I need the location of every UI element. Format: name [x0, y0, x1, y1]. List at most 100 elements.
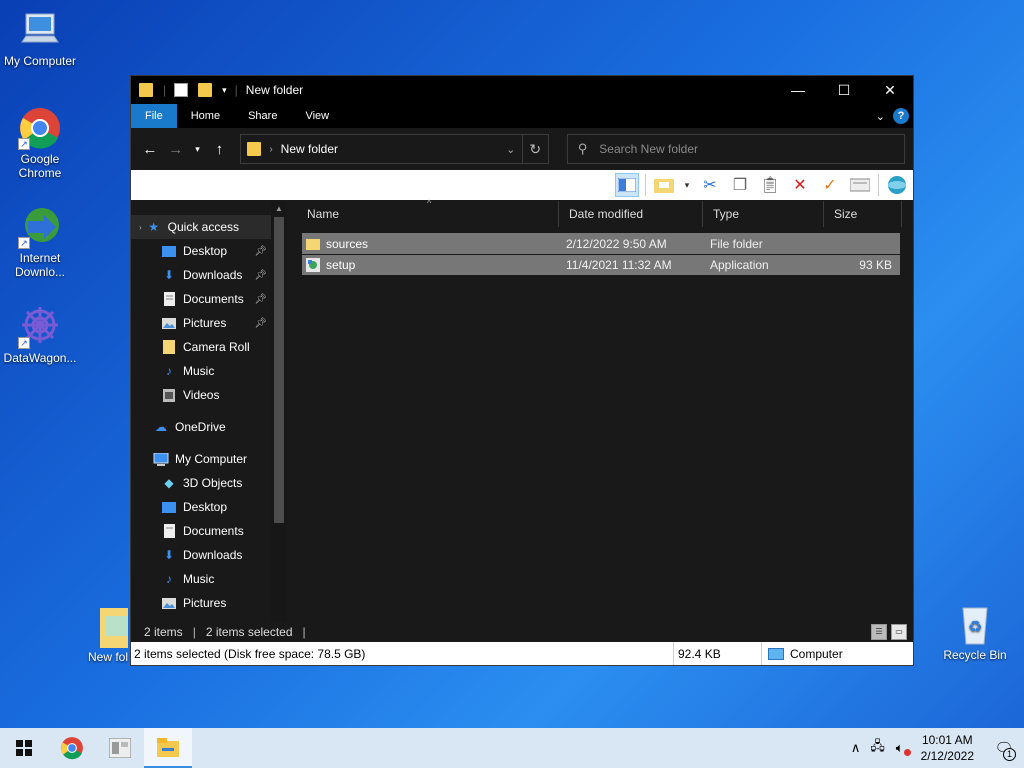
network-icon[interactable]: 🖧︎: [867, 737, 889, 759]
help-icon[interactable]: ?: [893, 108, 909, 124]
properties-icon[interactable]: [174, 83, 189, 97]
column-size[interactable]: Size: [824, 201, 902, 227]
desktop-icon-recycle-bin[interactable]: ♻ Recycle Bin: [935, 602, 1015, 662]
taskbar-app[interactable]: [96, 728, 144, 768]
nav-music-pc[interactable]: ♪ Music: [131, 567, 287, 591]
table-row[interactable]: sources 2/12/2022 9:50 AM File folder: [302, 233, 900, 254]
customize-quick-access-icon[interactable]: ▾: [222, 85, 227, 96]
refresh-button[interactable]: ↻: [521, 134, 548, 164]
desktop-icon-my-computer[interactable]: My Computer: [0, 8, 80, 68]
folder-icon: [161, 340, 177, 354]
star-icon: ★: [148, 220, 160, 234]
new-folder-icon[interactable]: [198, 83, 213, 97]
nav-my-computer[interactable]: My Computer: [131, 447, 287, 471]
pictures-icon: [161, 316, 177, 330]
minimize-button[interactable]: —: [775, 76, 821, 104]
nav-downloads[interactable]: ⬇ Downloads 📌︎: [131, 263, 287, 287]
nav-camera-roll[interactable]: Camera Roll: [131, 335, 287, 359]
properties-icon[interactable]: [848, 173, 872, 197]
nav-label: Pictures: [183, 596, 227, 610]
desktop-icon-google-chrome[interactable]: ↗ Google Chrome: [0, 106, 80, 180]
scrollbar-thumb[interactable]: [274, 217, 284, 523]
nav-label: Camera Roll: [183, 340, 250, 354]
search-input[interactable]: ⚲ Search New folder: [566, 134, 905, 164]
large-icons-view-icon[interactable]: ▭: [891, 624, 907, 640]
paste-icon[interactable]: 📋︎: [758, 173, 782, 197]
delete-icon[interactable]: ✕: [788, 173, 812, 197]
nav-3d-objects[interactable]: ◆ 3D Objects: [131, 471, 287, 495]
tab-share[interactable]: Share: [234, 104, 291, 128]
details-view-icon[interactable]: ☰: [871, 624, 887, 640]
computer-icon: [768, 647, 784, 660]
forward-button[interactable]: →: [165, 141, 187, 158]
nav-label: Quick access: [167, 220, 240, 234]
back-button[interactable]: ←: [139, 141, 161, 158]
tab-home[interactable]: Home: [177, 104, 234, 128]
column-date-modified[interactable]: Date modified: [559, 201, 703, 227]
taskbar-file-explorer[interactable]: [144, 728, 192, 768]
taskbar-chrome[interactable]: [48, 728, 96, 768]
start-button[interactable]: [0, 728, 48, 768]
tab-view[interactable]: View: [291, 104, 343, 128]
nav-desktop[interactable]: Desktop 📌︎: [131, 239, 287, 263]
nav-label: Music: [183, 572, 215, 586]
file-type: Application: [710, 258, 769, 272]
desktop-icon-new-folder[interactable]: New fol: [80, 604, 130, 664]
computer-icon: [18, 8, 62, 52]
preview-pane-icon[interactable]: [615, 173, 639, 197]
globe-icon[interactable]: [885, 173, 909, 197]
document-icon: [161, 524, 177, 538]
recent-locations-button[interactable]: ▾: [191, 144, 205, 155]
copy-icon[interactable]: ❐: [728, 173, 752, 197]
close-button[interactable]: ✕: [867, 76, 913, 104]
application-icon: [306, 258, 320, 272]
pin-icon: 📌︎: [254, 293, 267, 305]
taskbar: ∧ 🖧︎ 🔈︎ 10:01 AM 2/12/2022 🗨︎ 1: [0, 728, 1024, 768]
nav-documents-pc[interactable]: Documents: [131, 519, 287, 543]
cut-icon[interactable]: ✂: [698, 173, 722, 197]
up-button[interactable]: ↑: [209, 141, 231, 158]
nav-scrollbar[interactable]: ▲ ▼: [271, 201, 287, 644]
search-icon: ⚲: [577, 141, 588, 156]
address-text: New folder: [280, 142, 339, 156]
nav-label: 3D Objects: [183, 476, 243, 490]
checkmark-icon[interactable]: ✓: [818, 173, 842, 197]
nav-label: My Computer: [175, 452, 248, 466]
nav-quick-access[interactable]: › ★ Quick access: [131, 215, 287, 239]
music-icon: ♪: [166, 364, 172, 378]
scroll-up-icon[interactable]: ▲: [271, 204, 287, 213]
address-dropdown-icon[interactable]: ⌄: [500, 143, 522, 156]
pin-icon: 📌︎: [254, 245, 267, 257]
maximize-button[interactable]: ☐: [821, 76, 867, 104]
file-rows: sources 2/12/2022 9:50 AM File folder se…: [302, 233, 900, 275]
tab-file[interactable]: File: [131, 104, 177, 128]
navigation-pane: › ★ Quick access Desktop 📌︎ ⬇ Downloads …: [131, 201, 287, 644]
nav-pictures-pc[interactable]: Pictures: [131, 591, 287, 615]
volume-muted-icon[interactable]: 🔈︎: [889, 740, 911, 756]
nav-pictures[interactable]: Pictures 📌︎: [131, 311, 287, 335]
nav-music[interactable]: ♪ Music: [131, 359, 287, 383]
action-center-button[interactable]: 🗨︎ 1: [984, 739, 1024, 761]
windows-logo-icon: [16, 740, 32, 756]
new-folder-icon[interactable]: [652, 173, 676, 197]
divider: |: [302, 625, 306, 639]
dropdown-icon[interactable]: ▾: [682, 173, 692, 197]
nav-documents[interactable]: Documents 📌︎: [131, 287, 287, 311]
status-bar: 2 items | 2 items selected | ☰ ▭: [131, 621, 913, 643]
nav-videos[interactable]: Videos: [131, 383, 287, 407]
toolbar: ▾ ✂ ❐ 📋︎ ✕ ✓: [131, 170, 913, 200]
nav-onedrive[interactable]: ☁ OneDrive: [131, 415, 287, 439]
show-hidden-icons-icon[interactable]: ∧: [845, 740, 867, 756]
nav-label: Downloads: [183, 268, 243, 282]
nav-desktop-pc[interactable]: Desktop: [131, 495, 287, 519]
nav-downloads-pc[interactable]: ⬇ Downloads: [131, 543, 287, 567]
window-app-icon: [109, 738, 131, 758]
address-bar[interactable]: › New folder ⌄ ↻: [240, 134, 549, 164]
clock[interactable]: 10:01 AM 2/12/2022: [911, 732, 984, 764]
column-type[interactable]: Type: [703, 201, 824, 227]
expand-ribbon-icon[interactable]: ⌄: [876, 110, 885, 123]
clock-time: 10:01 AM: [921, 733, 973, 747]
desktop-icon-datawagon[interactable]: ↗ DataWagon...: [0, 305, 80, 365]
table-row[interactable]: setup 11/4/2021 11:32 AM Application 93 …: [302, 254, 900, 275]
desktop-icon-internet-download-manager[interactable]: ↗ Internet Downlo...: [0, 205, 80, 279]
